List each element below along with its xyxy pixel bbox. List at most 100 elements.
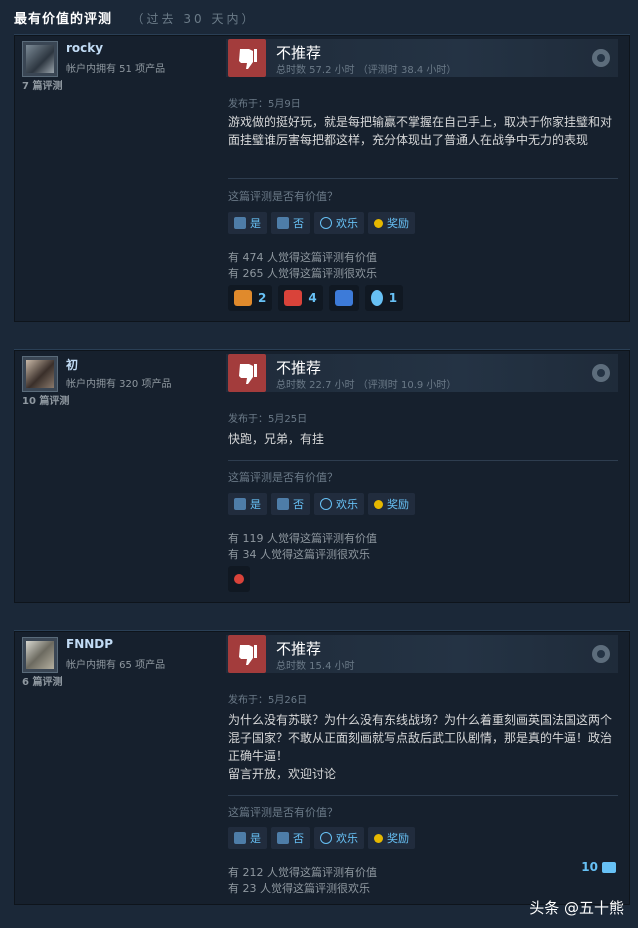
section-subtitle: （过去 30 天内） (131, 12, 257, 26)
funny-button[interactable]: 欢乐 (314, 493, 364, 515)
hours-played: 总时数 15.4 小时 (276, 661, 355, 672)
yes-label: 是 (250, 217, 261, 230)
helpful-count: 有 212 人觉得这篇评测有价值 (228, 866, 377, 879)
thumbs-down-icon (277, 498, 289, 510)
award-button[interactable]: 奖励 (368, 212, 415, 234)
award-button[interactable]: 奖励 (368, 493, 415, 515)
author-name[interactable]: 初 (66, 356, 78, 373)
review-content: 为什么没有苏联？为什么没有东线战场？为什么着重刻画英国法国这两个混子国家？不敢从… (228, 711, 618, 783)
smile-icon (320, 217, 332, 229)
awards-row (228, 566, 250, 592)
smile-icon (320, 832, 332, 844)
verdict-title: 不推荐 (276, 359, 322, 377)
hours-played: 总时数 22.7 小时 （评测时 10.9 小时） (276, 380, 457, 391)
funny-count: 有 265 人觉得这篇评测很欢乐 (228, 267, 377, 280)
award-badge[interactable] (228, 566, 250, 592)
author-name[interactable]: rocky (66, 41, 103, 55)
hours-played: 总时数 57.2 小时 （评测时 38.4 小时） (276, 65, 457, 76)
section-title: 最有价值的评测 (14, 12, 113, 27)
funny-label: 欢乐 (336, 832, 358, 845)
vote-buttons: 是 否 欢乐 奖励 (228, 212, 415, 234)
verdict-bar[interactable]: 不推荐 总时数 22.7 小时 （评测时 10.9 小时） (226, 354, 618, 392)
helpful-question: 这篇评测是否有价值？ (228, 190, 338, 203)
content-paragraph: 为什么没有苏联？为什么没有东线战场？为什么着重刻画英国法国这两个混子国家？不敢从… (228, 713, 613, 763)
helpful-question: 这篇评测是否有价值？ (228, 806, 338, 819)
review-content: 快跑，兄弟，有挂 (228, 432, 325, 446)
no-label: 否 (293, 832, 304, 845)
award-label: 奖励 (387, 832, 409, 845)
owned-products[interactable]: 帐户内拥有 65 项产品 (66, 656, 165, 671)
funny-button[interactable]: 欢乐 (314, 212, 364, 234)
author-name[interactable]: FNNDP (66, 637, 113, 651)
avatar[interactable] (22, 356, 58, 392)
award-label: 奖励 (387, 217, 409, 230)
review-count[interactable]: 10 篇评测 (22, 392, 69, 407)
face-icon (284, 290, 303, 306)
award-icon (374, 218, 383, 228)
review-card: rocky 帐户内拥有 51 项产品 7 篇评测 不推荐 总时数 57.2 小时… (14, 34, 630, 322)
smile-icon (320, 498, 332, 510)
watermark: 头条 @五十熊 (529, 899, 624, 917)
yes-button[interactable]: 是 (228, 827, 267, 849)
verdict-bar[interactable]: 不推荐 总时数 15.4 小时 (226, 635, 618, 673)
posted-date: 发布于：5月9日 (228, 99, 301, 110)
thumbs-up-icon (234, 832, 246, 844)
award-count: 2 (258, 291, 267, 305)
comment-icon (602, 861, 616, 873)
yes-label: 是 (250, 498, 261, 511)
award-icon (374, 499, 383, 509)
section-header: 最有价值的评测 （过去 30 天内） (14, 8, 256, 28)
helpful-count: 有 119 人觉得这篇评测有价值 (228, 532, 377, 545)
divider (228, 460, 618, 461)
award-badge[interactable]: 1 (364, 285, 404, 311)
funny-button[interactable]: 欢乐 (314, 827, 364, 849)
owned-products[interactable]: 帐户内拥有 51 项产品 (66, 60, 165, 75)
avatar[interactable] (22, 637, 58, 673)
helpful-question: 这篇评测是否有价值？ (228, 471, 338, 484)
vote-buttons: 是 否 欢乐 奖励 (228, 493, 415, 515)
award-badge[interactable] (328, 285, 359, 311)
vote-buttons: 是 否 欢乐 奖励 (228, 827, 415, 849)
review-count[interactable]: 7 篇评测 (22, 77, 62, 92)
steam-icon (592, 645, 610, 663)
comment-count: 10 (581, 860, 598, 874)
mushroom-icon (234, 574, 244, 584)
award-button[interactable]: 奖励 (368, 827, 415, 849)
hand-icon (234, 290, 252, 306)
no-button[interactable]: 否 (271, 827, 310, 849)
ribbon-icon (370, 290, 383, 306)
no-button[interactable]: 否 (271, 493, 310, 515)
review-count[interactable]: 6 篇评测 (22, 673, 62, 688)
no-button[interactable]: 否 (271, 212, 310, 234)
verdict-bar[interactable]: 不推荐 总时数 57.2 小时 （评测时 38.4 小时） (226, 39, 618, 77)
thumbs-up-icon (234, 498, 246, 510)
verdict-title: 不推荐 (276, 44, 322, 62)
steam-icon (592, 49, 610, 67)
review-card: FNNDP 帐户内拥有 65 项产品 6 篇评测 不推荐 总时数 15.4 小时… (14, 630, 630, 905)
steam-icon (592, 364, 610, 382)
award-label: 奖励 (387, 498, 409, 511)
award-badge[interactable]: 2 (228, 285, 273, 311)
posted-date: 发布于：5月25日 (228, 414, 308, 425)
helpful-count: 有 474 人觉得这篇评测有价值 (228, 251, 377, 264)
review-card: 初 帐户内拥有 320 项产品 10 篇评测 不推荐 总时数 22.7 小时 （… (14, 349, 630, 603)
review-content: 游戏做的挺好玩，就是每把输赢不掌握在自己手上，取决于你家挂璧和对面挂璧谁厉害每把… (228, 115, 613, 147)
awards-row: 2 4 1 (228, 285, 404, 311)
no-label: 否 (293, 498, 304, 511)
funny-count: 有 34 人觉得这篇评测很欢乐 (228, 548, 370, 561)
no-label: 否 (293, 217, 304, 230)
yes-label: 是 (250, 832, 261, 845)
yes-button[interactable]: 是 (228, 212, 267, 234)
owned-products[interactable]: 帐户内拥有 320 项产品 (66, 375, 171, 390)
avatar[interactable] (22, 41, 58, 77)
thumbs-up-icon (234, 217, 246, 229)
divider (228, 795, 618, 796)
award-icon (374, 833, 383, 843)
posted-date: 发布于：5月26日 (228, 695, 308, 706)
award-badge[interactable]: 4 (278, 285, 323, 311)
funny-label: 欢乐 (336, 217, 358, 230)
comments-link[interactable]: 10 (581, 860, 616, 874)
divider (228, 178, 618, 179)
thumbs-down-icon (228, 39, 266, 77)
yes-button[interactable]: 是 (228, 493, 267, 515)
